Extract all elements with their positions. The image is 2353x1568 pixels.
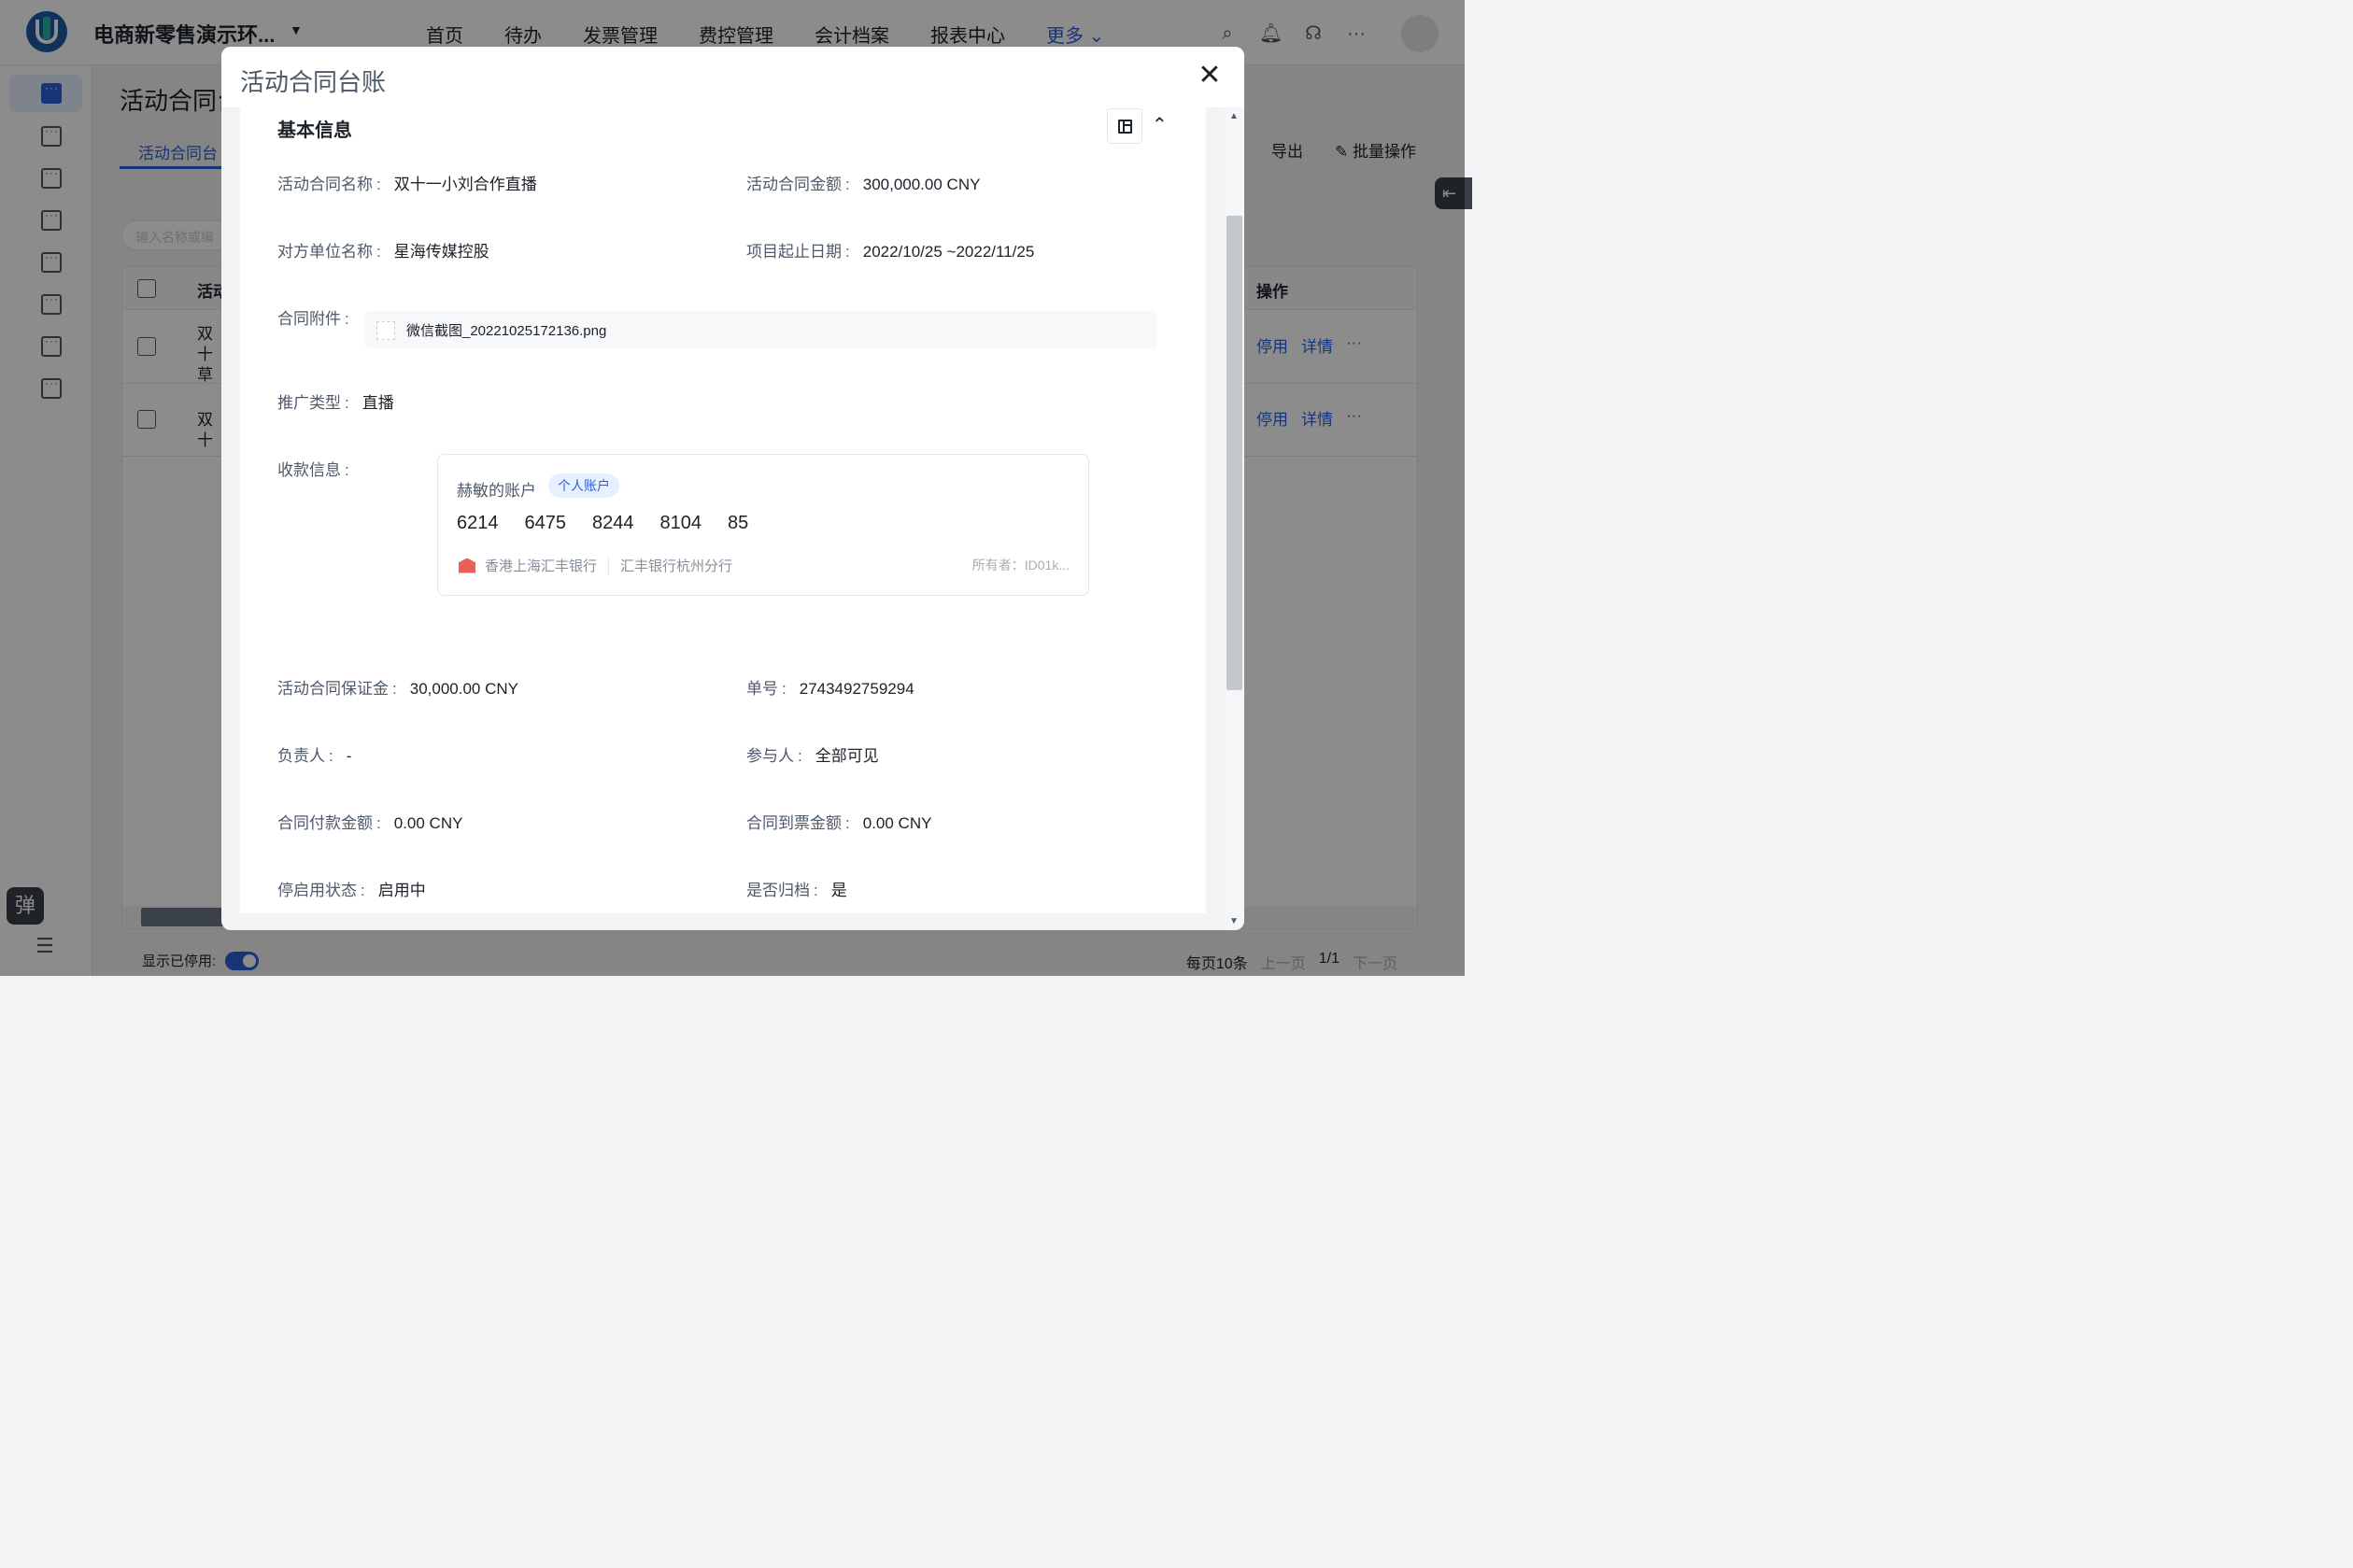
field-label: 负责人: [277, 747, 325, 765]
field-label: 收款信息: [277, 461, 341, 479]
field-counterparty: 对方单位名称: 星海传媒控股: [277, 238, 489, 261]
field-label: 参与人: [746, 747, 794, 765]
field-value: 启用中: [377, 882, 426, 899]
account-name: 赫敏的账户: [457, 482, 536, 500]
account-owner-id: 所有者：ID01k...: [971, 558, 1070, 572]
scrollbar-thumb[interactable]: [1226, 216, 1242, 690]
modal-body: 基本信息 ⌃ 活动合同名称: 双十一小刘合作直播 活动合同金额: 300,000…: [240, 107, 1206, 913]
field-value: 是: [830, 882, 847, 899]
image-file-icon: [376, 321, 395, 340]
bank-name: 香港上海汇丰银行: [485, 558, 598, 574]
layout-toggle-button[interactable]: [1107, 108, 1142, 144]
account-number-group: 6214: [457, 513, 499, 533]
field-paid-amount: 合同付款金额: 0.00 CNY: [277, 810, 462, 833]
field-value: 0.00 CNY: [862, 814, 932, 832]
field-label: 合同附件: [277, 310, 341, 328]
account-number-group: 6475: [524, 513, 567, 533]
field-label: 活动合同金额: [746, 176, 842, 193]
field-promo-type: 推广类型: 直播: [277, 389, 394, 413]
field-contract-name: 活动合同名称: 双十一小刘合作直播: [277, 171, 537, 194]
layout-icon: [1118, 120, 1132, 134]
field-value: 0.00 CNY: [393, 814, 463, 832]
field-label: 合同付款金额: [277, 814, 373, 832]
field-label: 活动合同名称: [277, 176, 373, 193]
chevron-up-icon[interactable]: ⌃: [1152, 113, 1168, 136]
attachment-file[interactable]: 微信截图_20221025172136.png: [365, 311, 1157, 348]
bank-info: 香港上海汇丰银行 汇丰银行杭州分行: [459, 556, 732, 575]
field-value: 直播: [361, 394, 394, 412]
contract-detail-modal: 活动合同台账 ✕ 基本信息 ⌃ 活动合同名称: 双十一小刘合作直播 活动合同金额…: [221, 47, 1244, 930]
field-order-no: 单号: 2743492759294: [746, 675, 914, 699]
field-owner: 负责人: -: [277, 742, 351, 766]
field-value: 2743492759294: [799, 680, 914, 698]
field-label: 是否归档: [746, 882, 810, 899]
account-number-group: 8104: [659, 513, 702, 533]
bank-branch: 汇丰银行杭州分行: [620, 558, 733, 574]
field-label: 单号: [746, 680, 778, 698]
bank-account-card[interactable]: 赫敏的账户 个人账户 6214 6475 8244 8104 85 香港上海汇丰…: [437, 454, 1089, 596]
field-project-dates: 项目起止日期: 2022/10/25 ~2022/11/25: [746, 238, 1034, 261]
field-contract-amount: 活动合同金额: 300,000.00 CNY: [746, 171, 980, 194]
field-value: 星海传媒控股: [393, 243, 489, 261]
field-label: 活动合同保证金: [277, 680, 389, 698]
field-value: 全部可见: [815, 747, 879, 765]
account-number-group: 8244: [592, 513, 634, 533]
close-icon[interactable]: ✕: [1194, 60, 1226, 92]
field-label: 停启用状态: [277, 882, 357, 899]
modal-title: 活动合同台账: [240, 68, 387, 96]
field-value: 2022/10/25 ~2022/11/25: [862, 243, 1035, 261]
account-type-badge: 个人账户: [548, 473, 619, 498]
field-payment-info: 收款信息:: [277, 457, 362, 480]
field-status: 停启用状态: 启用中: [277, 877, 426, 900]
account-number-group: 85: [728, 513, 749, 533]
field-deposit: 活动合同保证金: 30,000.00 CNY: [277, 675, 518, 699]
field-label: 合同到票金额: [746, 814, 842, 832]
field-archived: 是否归档: 是: [746, 877, 847, 900]
modal-scrollbar[interactable]: ▲ ▼: [1225, 107, 1244, 930]
field-attachment: 合同附件:: [277, 305, 362, 329]
field-value: 双十一小刘合作直播: [393, 176, 537, 193]
section-title: 基本信息: [277, 120, 352, 141]
field-value: 30,000.00 CNY: [409, 680, 518, 698]
field-participants: 参与人: 全部可见: [746, 742, 879, 766]
modal-header: 活动合同台账 ✕: [221, 47, 1244, 107]
field-value: 300,000.00 CNY: [862, 176, 981, 193]
field-label: 对方单位名称: [277, 243, 373, 261]
scroll-down-icon[interactable]: ▼: [1229, 916, 1239, 926]
field-label: 推广类型: [277, 394, 341, 412]
field-value: -: [346, 747, 352, 765]
field-label: 项目起止日期: [746, 243, 842, 261]
scroll-up-icon[interactable]: ▲: [1229, 111, 1239, 121]
account-number: 6214 6475 8244 8104 85: [457, 513, 748, 534]
attachment-filename: 微信截图_20221025172136.png: [406, 323, 607, 339]
bank-icon: [459, 558, 475, 573]
field-invoiced-amount: 合同到票金额: 0.00 CNY: [746, 810, 931, 833]
